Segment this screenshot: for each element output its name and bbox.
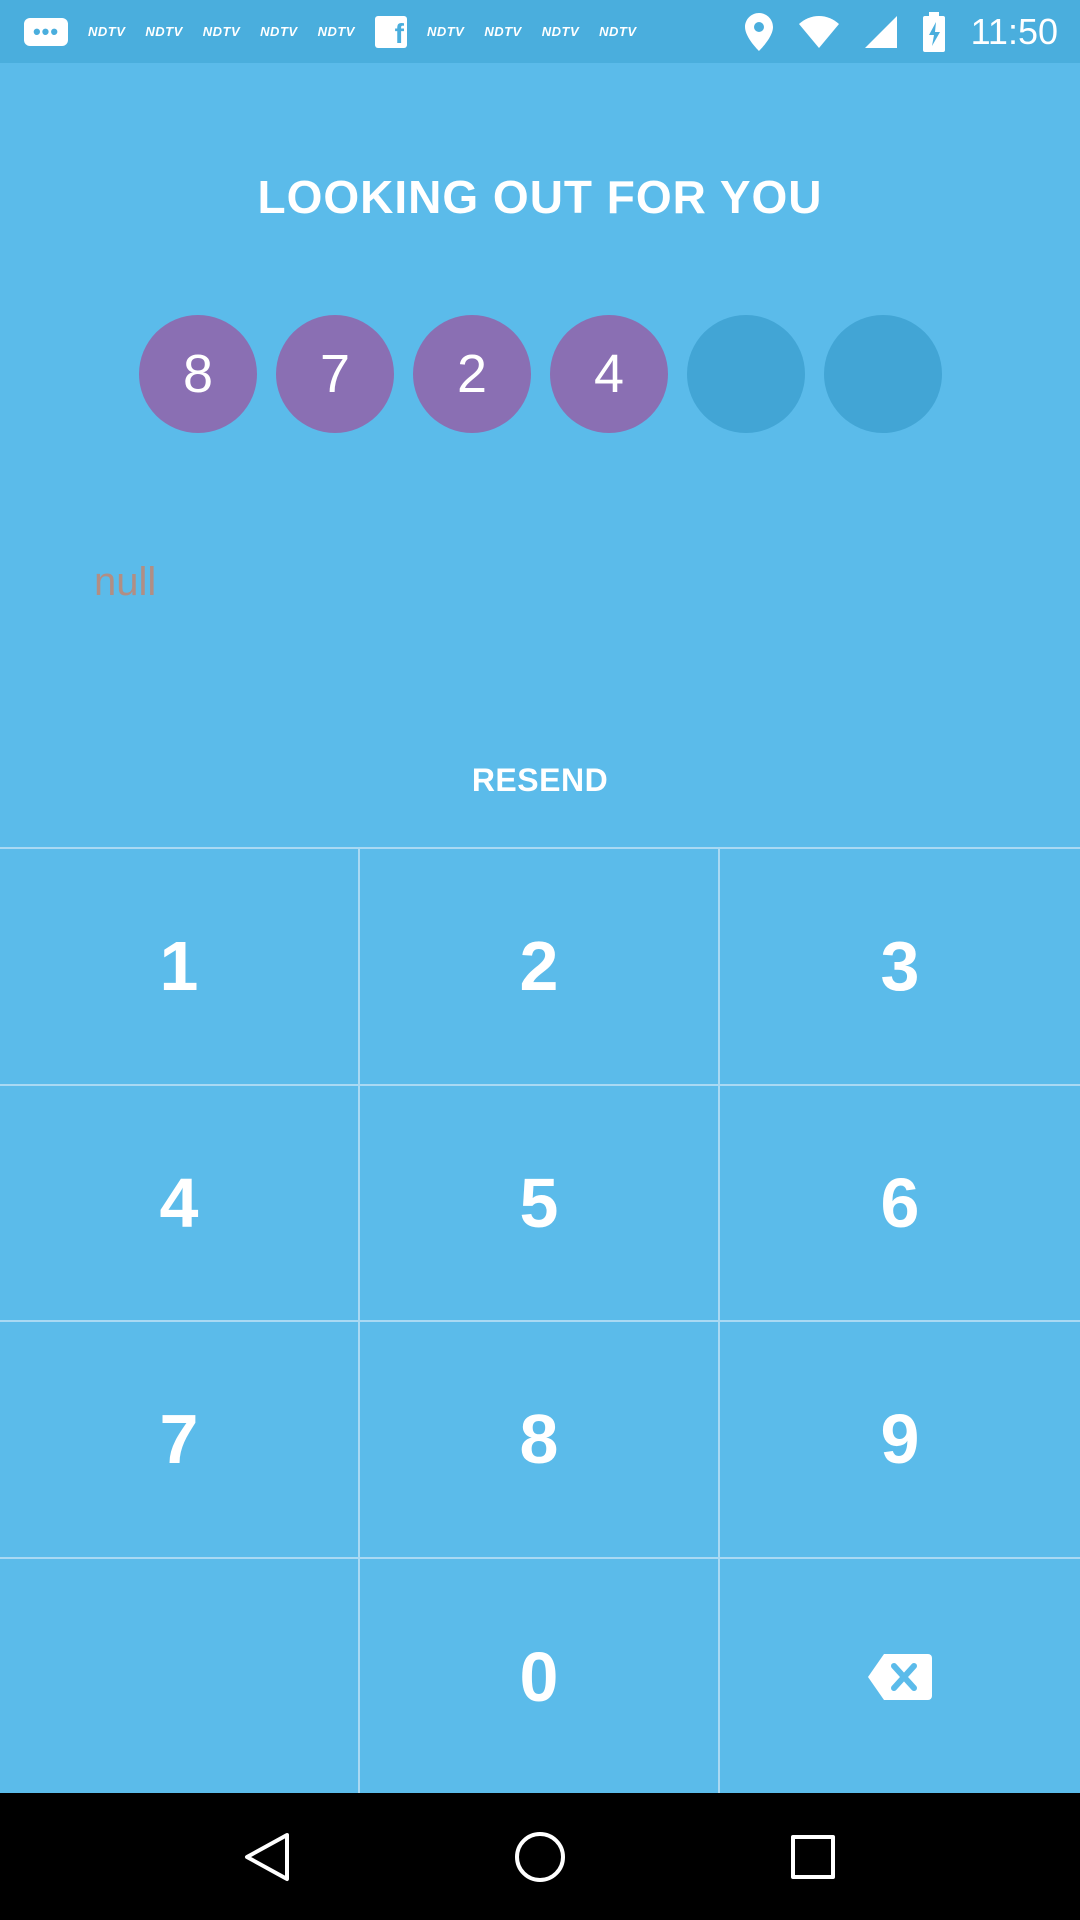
ndtv-icon: NDTV (599, 24, 637, 39)
key-blank (0, 1558, 360, 1795)
key-4[interactable]: 4 (0, 1085, 360, 1322)
ndtv-icon: NDTV (88, 24, 126, 39)
location-icon (744, 12, 773, 51)
home-button[interactable] (500, 1817, 580, 1897)
ndtv-icon: NDTV (145, 24, 183, 39)
back-button[interactable] (227, 1817, 307, 1897)
recents-button[interactable] (773, 1817, 853, 1897)
ndtv-icon: NDTV (484, 24, 522, 39)
key-3[interactable]: 3 (720, 849, 1080, 1086)
message-icon: ••• (24, 17, 68, 46)
ndtv-icon: NDTV (202, 24, 241, 39)
status-bar: ••• NDTV NDTV NDTV NDTV NDTV f NDTV NDTV… (0, 0, 1080, 63)
page-title: LOOKING OUT FOR YOU (257, 171, 823, 223)
home-icon (514, 1831, 565, 1882)
status-right: 11:50 (744, 0, 1058, 63)
recents-icon (791, 1834, 836, 1879)
key-5[interactable]: 5 (360, 1085, 720, 1322)
key-6[interactable]: 6 (720, 1086, 1080, 1322)
key-0[interactable]: 0 (360, 1558, 720, 1795)
pin-digit-3: 2 (413, 315, 531, 433)
battery-icon (922, 11, 945, 52)
backspace-icon (868, 1653, 932, 1700)
ndtv-icon: NDTV (426, 24, 465, 39)
pin-display: 8 7 2 4 (139, 315, 942, 433)
status-message: null (94, 560, 157, 604)
backspace-button[interactable] (720, 1559, 1080, 1796)
wifi-icon (798, 15, 839, 48)
pin-digit-4: 4 (550, 315, 668, 433)
ndtv-icon: NDTV (260, 24, 298, 39)
pin-digit-6 (824, 315, 942, 433)
ndtv-icon: NDTV (317, 24, 355, 39)
resend-button[interactable]: RESEND (0, 762, 1080, 799)
key-7[interactable]: 7 (0, 1322, 360, 1559)
key-8[interactable]: 8 (360, 1322, 720, 1559)
clock: 11:50 (970, 10, 1058, 52)
pin-digit-1: 8 (139, 315, 257, 433)
key-1[interactable]: 1 (0, 849, 360, 1086)
pin-digit-2: 7 (276, 315, 394, 433)
cellular-signal-icon (864, 15, 897, 48)
back-icon (244, 1832, 289, 1881)
notification-icons: ••• NDTV NDTV NDTV NDTV NDTV f NDTV NDTV… (0, 15, 637, 48)
pin-digit-5 (687, 315, 805, 433)
numeric-keypad: 1 2 3 4 5 6 7 8 9 0 (0, 847, 1080, 1795)
key-2[interactable]: 2 (360, 849, 720, 1086)
navigation-bar (0, 1793, 1080, 1920)
ndtv-icon: NDTV (541, 24, 580, 39)
key-9[interactable]: 9 (720, 1322, 1080, 1559)
facebook-icon: f (374, 15, 407, 48)
